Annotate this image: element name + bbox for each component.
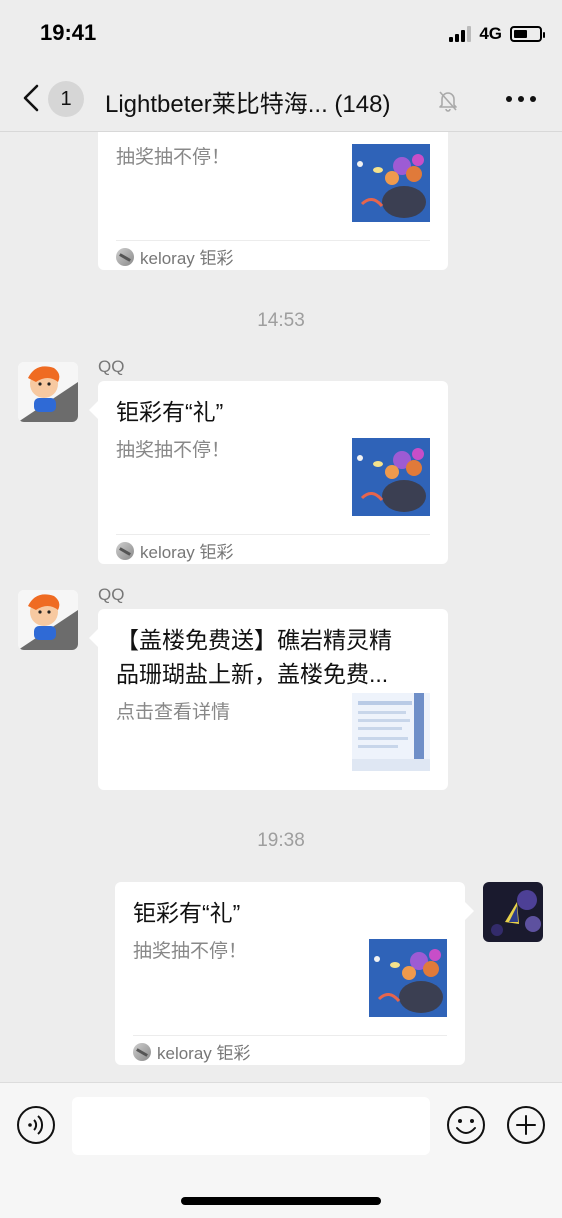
link-card-message[interactable]: 【盖楼免费送】礁岩精灵精 品珊瑚盐上新，盖楼免费... 点击查看详情	[89, 609, 448, 790]
timestamp: 14:53	[257, 310, 305, 331]
link-card-message[interactable]: 钜彩有“礼” 抽奖抽不停！ keloray 钜彩	[115, 882, 474, 1065]
card-divider	[133, 1035, 447, 1036]
card-title: 钜彩有“礼”	[116, 399, 224, 425]
input-bar	[0, 1082, 562, 1218]
card-source: keloray 钜彩	[116, 244, 234, 269]
chat-title[interactable]: Lightbeter莱比特海... (148)	[105, 84, 390, 119]
card-source: keloray 钜彩	[133, 1039, 251, 1064]
chat-area[interactable]: 抽奖抽不停！ keloray 钜彩 14:53 QQ 钜彩有“礼” 抽奖抽不停！…	[0, 132, 562, 1082]
source-label: keloray 钜彩	[140, 249, 234, 268]
sender-name: QQ	[98, 357, 125, 376]
card-description: 抽奖抽不停！	[133, 941, 248, 962]
status-bar: 19:41 4G	[0, 0, 562, 64]
card-divider	[116, 240, 430, 241]
link-card-message[interactable]: 抽奖抽不停！ keloray 钜彩	[98, 132, 448, 270]
group-name: Lightbeter莱比特海...	[105, 91, 328, 118]
card-description: 点击查看详情	[116, 702, 231, 723]
coral-reef-thumbnail	[352, 144, 430, 222]
message-input[interactable]	[72, 1097, 430, 1155]
more-button[interactable]	[506, 96, 536, 102]
card-description: 抽奖抽不停！	[116, 147, 231, 168]
card-source: keloray 钜彩	[116, 538, 234, 563]
card-description: 抽奖抽不停！	[116, 440, 231, 461]
home-indicator[interactable]	[181, 1197, 381, 1205]
keloray-logo-icon	[133, 1042, 151, 1061]
voice-icon	[17, 1106, 55, 1144]
card-divider	[116, 534, 430, 535]
card-title: 钜彩有“礼”	[133, 900, 241, 926]
more-icon	[506, 96, 512, 102]
source-label: keloray 钜彩	[157, 1044, 251, 1063]
network-label: 4G	[479, 24, 502, 43]
signal-icon	[449, 26, 472, 42]
avatar[interactable]	[18, 362, 78, 422]
source-label: keloray 钜彩	[140, 543, 234, 562]
keloray-logo-icon	[116, 541, 134, 560]
status-time: 19:41	[40, 20, 97, 45]
sender-name: QQ	[98, 585, 125, 604]
back-button[interactable]	[18, 82, 44, 114]
member-count: (148)	[334, 91, 391, 118]
avatar[interactable]	[483, 882, 543, 942]
keloray-logo-icon	[116, 247, 134, 266]
chevron-left-icon	[23, 84, 39, 112]
unread-count-badge[interactable]: 1	[48, 81, 84, 117]
card-title-line: 品珊瑚盐上新，盖楼免费...	[116, 661, 389, 687]
more-functions-button[interactable]	[506, 1105, 546, 1145]
bell-muted-icon	[439, 91, 457, 112]
battery-level	[514, 30, 528, 38]
coral-reef-thumbnail	[369, 939, 447, 1017]
card-title: 【盖楼免费送】礁岩精灵精 品珊瑚盐上新，盖楼免费...	[116, 623, 436, 691]
article-thumbnail	[352, 693, 430, 771]
nav-bar: 1 Lightbeter莱比特海... (148)	[0, 64, 562, 132]
voice-button[interactable]	[16, 1105, 56, 1145]
battery-icon	[510, 26, 545, 42]
avatar[interactable]	[18, 590, 78, 650]
status-indicators: 4G	[449, 24, 545, 44]
timestamp: 19:38	[257, 830, 305, 851]
plus-icon	[507, 1106, 545, 1144]
emoji-button[interactable]	[446, 1105, 486, 1145]
emoji-icon	[447, 1106, 485, 1144]
link-card-message[interactable]: 钜彩有“礼” 抽奖抽不停！ keloray 钜彩	[89, 381, 448, 564]
coral-reef-thumbnail	[352, 438, 430, 516]
card-title-line: 【盖楼免费送】礁岩精灵精	[116, 627, 392, 653]
